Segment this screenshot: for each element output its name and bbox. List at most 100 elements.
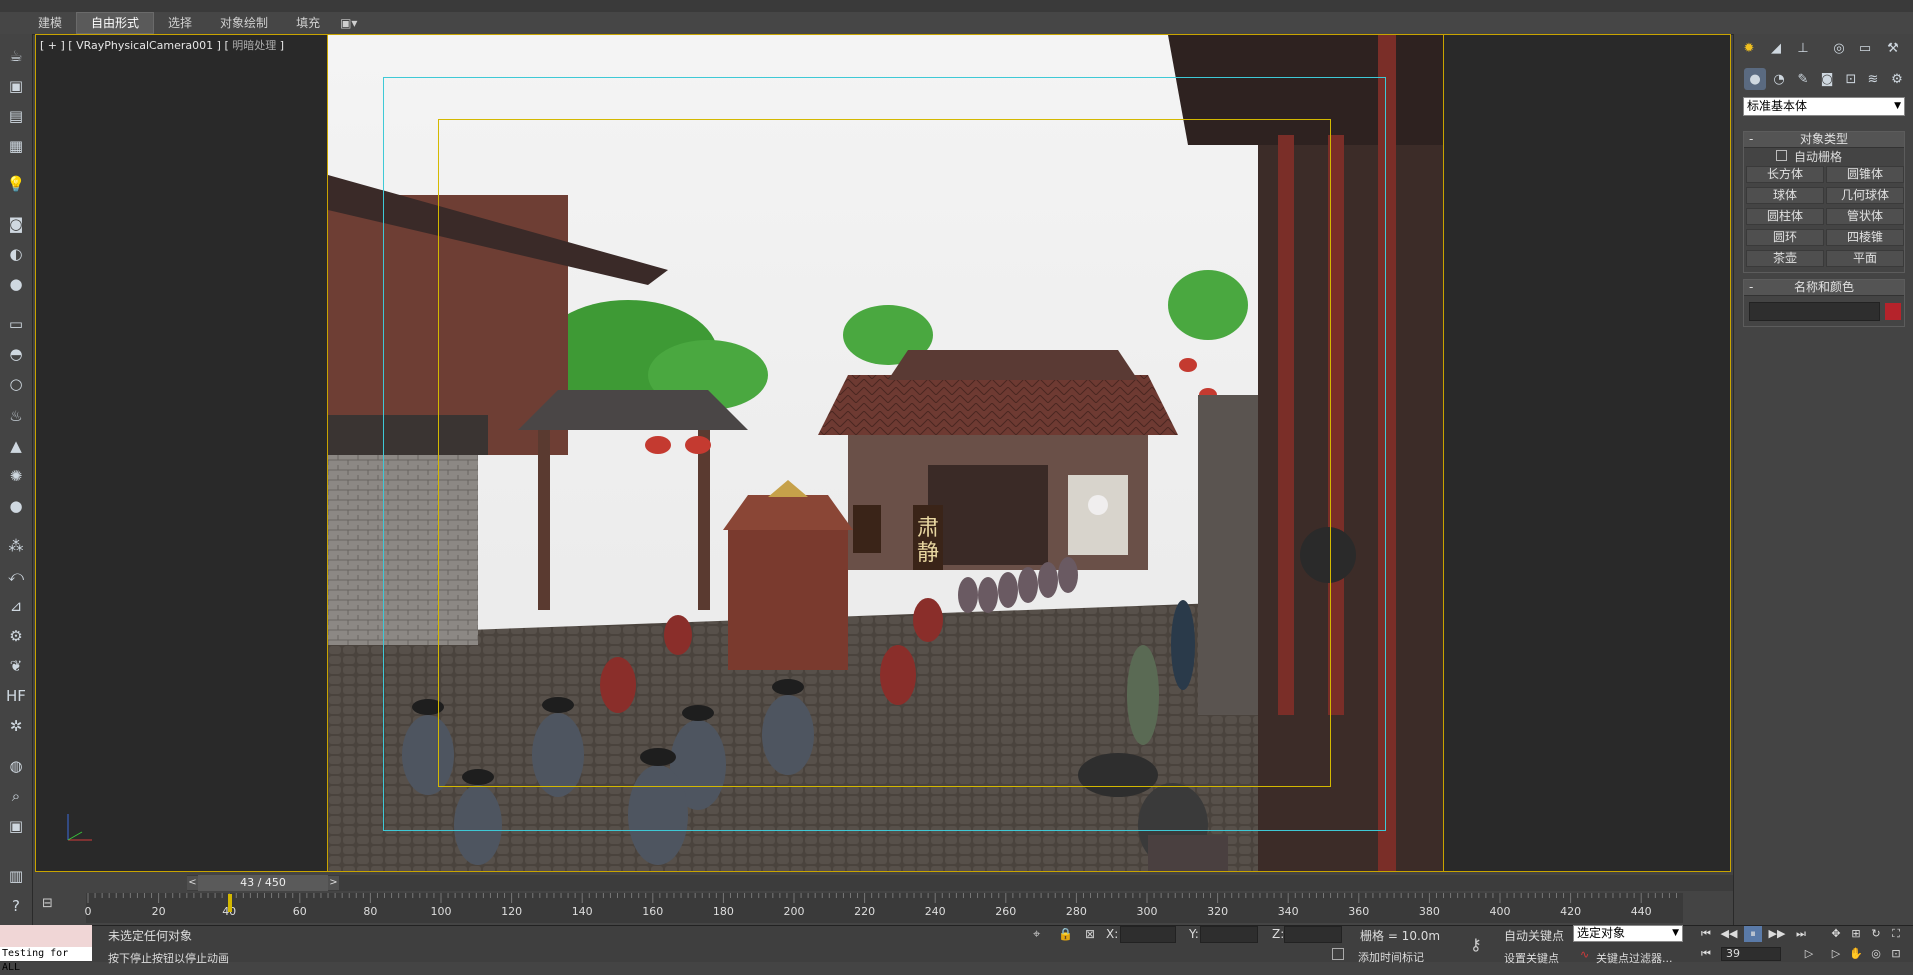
cone-light-icon[interactable]: ⊿ [4, 594, 28, 618]
dome-icon[interactable]: ◓ [4, 342, 28, 366]
tab-object-paint[interactable]: 对象绘制 [206, 13, 282, 33]
display-icon[interactable]: ▣ [4, 814, 28, 838]
category-dropdown[interactable]: 标准基本体 ▼ [1743, 97, 1905, 116]
key-icon[interactable]: ⚷ [1470, 935, 1482, 954]
maxscript-output[interactable]: Testing for ALL [0, 947, 92, 973]
y-coordinate-input[interactable] [1200, 926, 1258, 943]
bend-icon[interactable]: ⤺ [4, 564, 28, 588]
gear-icon[interactable]: ⚙ [4, 624, 28, 648]
viewport-toggle-icon[interactable]: ⊡ [1887, 946, 1905, 962]
camera-record-icon[interactable]: ● [4, 272, 28, 296]
track-bar[interactable] [86, 893, 1683, 923]
camera-icon[interactable]: ◙ [4, 212, 28, 236]
hierarchy-tab-icon[interactable]: ⊥ [1792, 37, 1814, 59]
arc-rotate-icon[interactable]: ◎ [1867, 946, 1885, 962]
render-frame-icon[interactable]: ▣ [4, 74, 28, 98]
time-config-icon[interactable]: ▷ [1800, 946, 1818, 962]
torus-button[interactable]: 圆环 [1746, 229, 1824, 246]
geosphere-button[interactable]: 几何球体 [1826, 187, 1904, 204]
tube-button[interactable]: 管状体 [1826, 208, 1904, 225]
time-slider-bar[interactable] [187, 875, 1733, 891]
fur-icon[interactable]: ✲ [4, 714, 28, 738]
pan-icon[interactable]: ✥ [1827, 926, 1845, 942]
field-of-view-icon[interactable]: ▷ [1827, 946, 1845, 962]
tab-modeling[interactable]: 建模 [24, 13, 76, 33]
orbit-icon[interactable]: ◐ [4, 242, 28, 266]
previous-frame-arrow-icon[interactable]: < [187, 876, 198, 890]
previous-key-icon[interactable]: ◀◀ [1720, 926, 1738, 942]
pause-icon[interactable]: ⏸ [1744, 926, 1762, 942]
motion-tab-icon[interactable]: ◎ [1828, 37, 1850, 59]
key-filters-button[interactable]: 关键点过滤器... [1596, 950, 1673, 966]
transform-mode-icon[interactable]: ⊠ [1085, 927, 1095, 941]
tab-selection[interactable]: 选择 [154, 13, 206, 33]
key-mode-dropdown[interactable]: 选定对象 ▼ [1573, 925, 1683, 942]
add-time-tag[interactable]: 添加时间标记 [1358, 949, 1424, 965]
hf-icon[interactable]: HF [4, 684, 28, 708]
create-tab-icon[interactable]: ✹ [1738, 37, 1760, 59]
teapot-icon[interactable]: ☕ [4, 44, 28, 68]
hair-icon[interactable]: ❦ [4, 654, 28, 678]
x-coordinate-input[interactable] [1120, 926, 1176, 943]
object-color-swatch[interactable] [1885, 303, 1901, 320]
maximize-viewport-icon[interactable]: ⛶ [1887, 926, 1905, 942]
object-type-rollout-header[interactable]: - 对象类型 [1744, 132, 1904, 148]
go-to-end-icon[interactable]: ⏭ [1792, 926, 1810, 942]
viewport-label[interactable]: [ + ] [ VRayPhysicalCamera001 ] [ 明暗处理 ] [40, 37, 284, 53]
track-bar-toggle-icon[interactable]: ⊟ [42, 896, 62, 912]
object-name-input[interactable] [1749, 302, 1880, 321]
systems-icon[interactable]: ⚙ [1886, 68, 1908, 90]
light-icon[interactable]: 💡 [4, 172, 28, 196]
teapot-button[interactable]: 茶壶 [1746, 250, 1824, 267]
zoom-extents-icon[interactable]: ⊞ [1847, 926, 1865, 942]
viewport-label-main[interactable]: [ + ] [ VRayPhysicalCamera001 ] [ [40, 39, 229, 52]
auto-grid-checkbox[interactable] [1776, 150, 1787, 161]
plane-icon[interactable]: ▭ [4, 312, 28, 336]
viewport-shading-mode[interactable]: 明暗处理 [232, 39, 276, 52]
material-editor-icon[interactable]: ▤ [4, 104, 28, 128]
cylinder-button[interactable]: 圆柱体 [1746, 208, 1824, 225]
go-to-start-icon[interactable]: ⏮ [1697, 926, 1715, 942]
sphere-icon[interactable]: ○ [4, 372, 28, 396]
shapes-icon[interactable]: ◔ [1768, 68, 1790, 90]
tab-populate[interactable]: 填充 [282, 13, 334, 33]
next-key-icon[interactable]: ▶▶ [1768, 926, 1786, 942]
particle-icon[interactable]: ⁂ [4, 534, 28, 558]
lock-icon[interactable]: 🔒 [1058, 927, 1073, 941]
maxscript-listener-mini[interactable] [0, 925, 92, 947]
utilities-tab-icon[interactable]: ⚒ [1882, 37, 1904, 59]
sphere-button[interactable]: 球体 [1746, 187, 1824, 204]
key-mode-toggle-icon[interactable]: ⏮ [1697, 946, 1715, 962]
name-color-rollout-header[interactable]: - 名称和颜色 [1744, 280, 1904, 296]
help-icon[interactable]: ? [4, 894, 28, 918]
auto-key-button[interactable]: 自动关键点 [1504, 927, 1564, 944]
search-icon[interactable]: ⌕ [4, 784, 28, 808]
spacewarps-icon[interactable]: ≋ [1862, 68, 1884, 90]
time-tag-icon[interactable] [1332, 948, 1344, 960]
helpers-icon[interactable]: ⊡ [1840, 68, 1862, 90]
cameras-icon[interactable]: ◙ [1816, 68, 1838, 90]
box-button[interactable]: 长方体 [1746, 166, 1824, 183]
modify-tab-icon[interactable]: ◢ [1765, 37, 1787, 59]
ball-icon[interactable]: ● [4, 494, 28, 518]
orbit-view-icon[interactable]: ↻ [1867, 926, 1885, 942]
z-coordinate-input[interactable] [1284, 926, 1342, 943]
next-frame-arrow-icon[interactable]: > [328, 876, 339, 890]
display-tab-icon[interactable]: ▭ [1854, 37, 1876, 59]
teapot-object-icon[interactable]: ♨ [4, 404, 28, 428]
set-key-button[interactable]: 设置关键点 [1504, 950, 1559, 966]
pyramid-button[interactable]: 四棱锥 [1826, 229, 1904, 246]
cone-button[interactable]: 圆锥体 [1826, 166, 1904, 183]
plane-button[interactable]: 平面 [1826, 250, 1904, 267]
isolate-selection-icon[interactable]: ⌖ [1033, 927, 1040, 942]
walkthrough-icon[interactable]: ✋ [1847, 946, 1865, 962]
time-slider-thumb[interactable]: 43 / 450 [198, 875, 328, 891]
cone-icon[interactable]: ▲ [4, 434, 28, 458]
schematic-view-icon[interactable]: ▦ [4, 134, 28, 158]
clipboard-icon[interactable]: ▥ [4, 864, 28, 888]
geometry-icon[interactable]: ● [1744, 68, 1766, 90]
current-frame-marker[interactable] [228, 894, 232, 912]
current-frame-input[interactable]: 39 [1721, 947, 1781, 961]
globe-icon[interactable]: ◍ [4, 754, 28, 778]
tab-freeform[interactable]: 自由形式 [76, 12, 155, 34]
